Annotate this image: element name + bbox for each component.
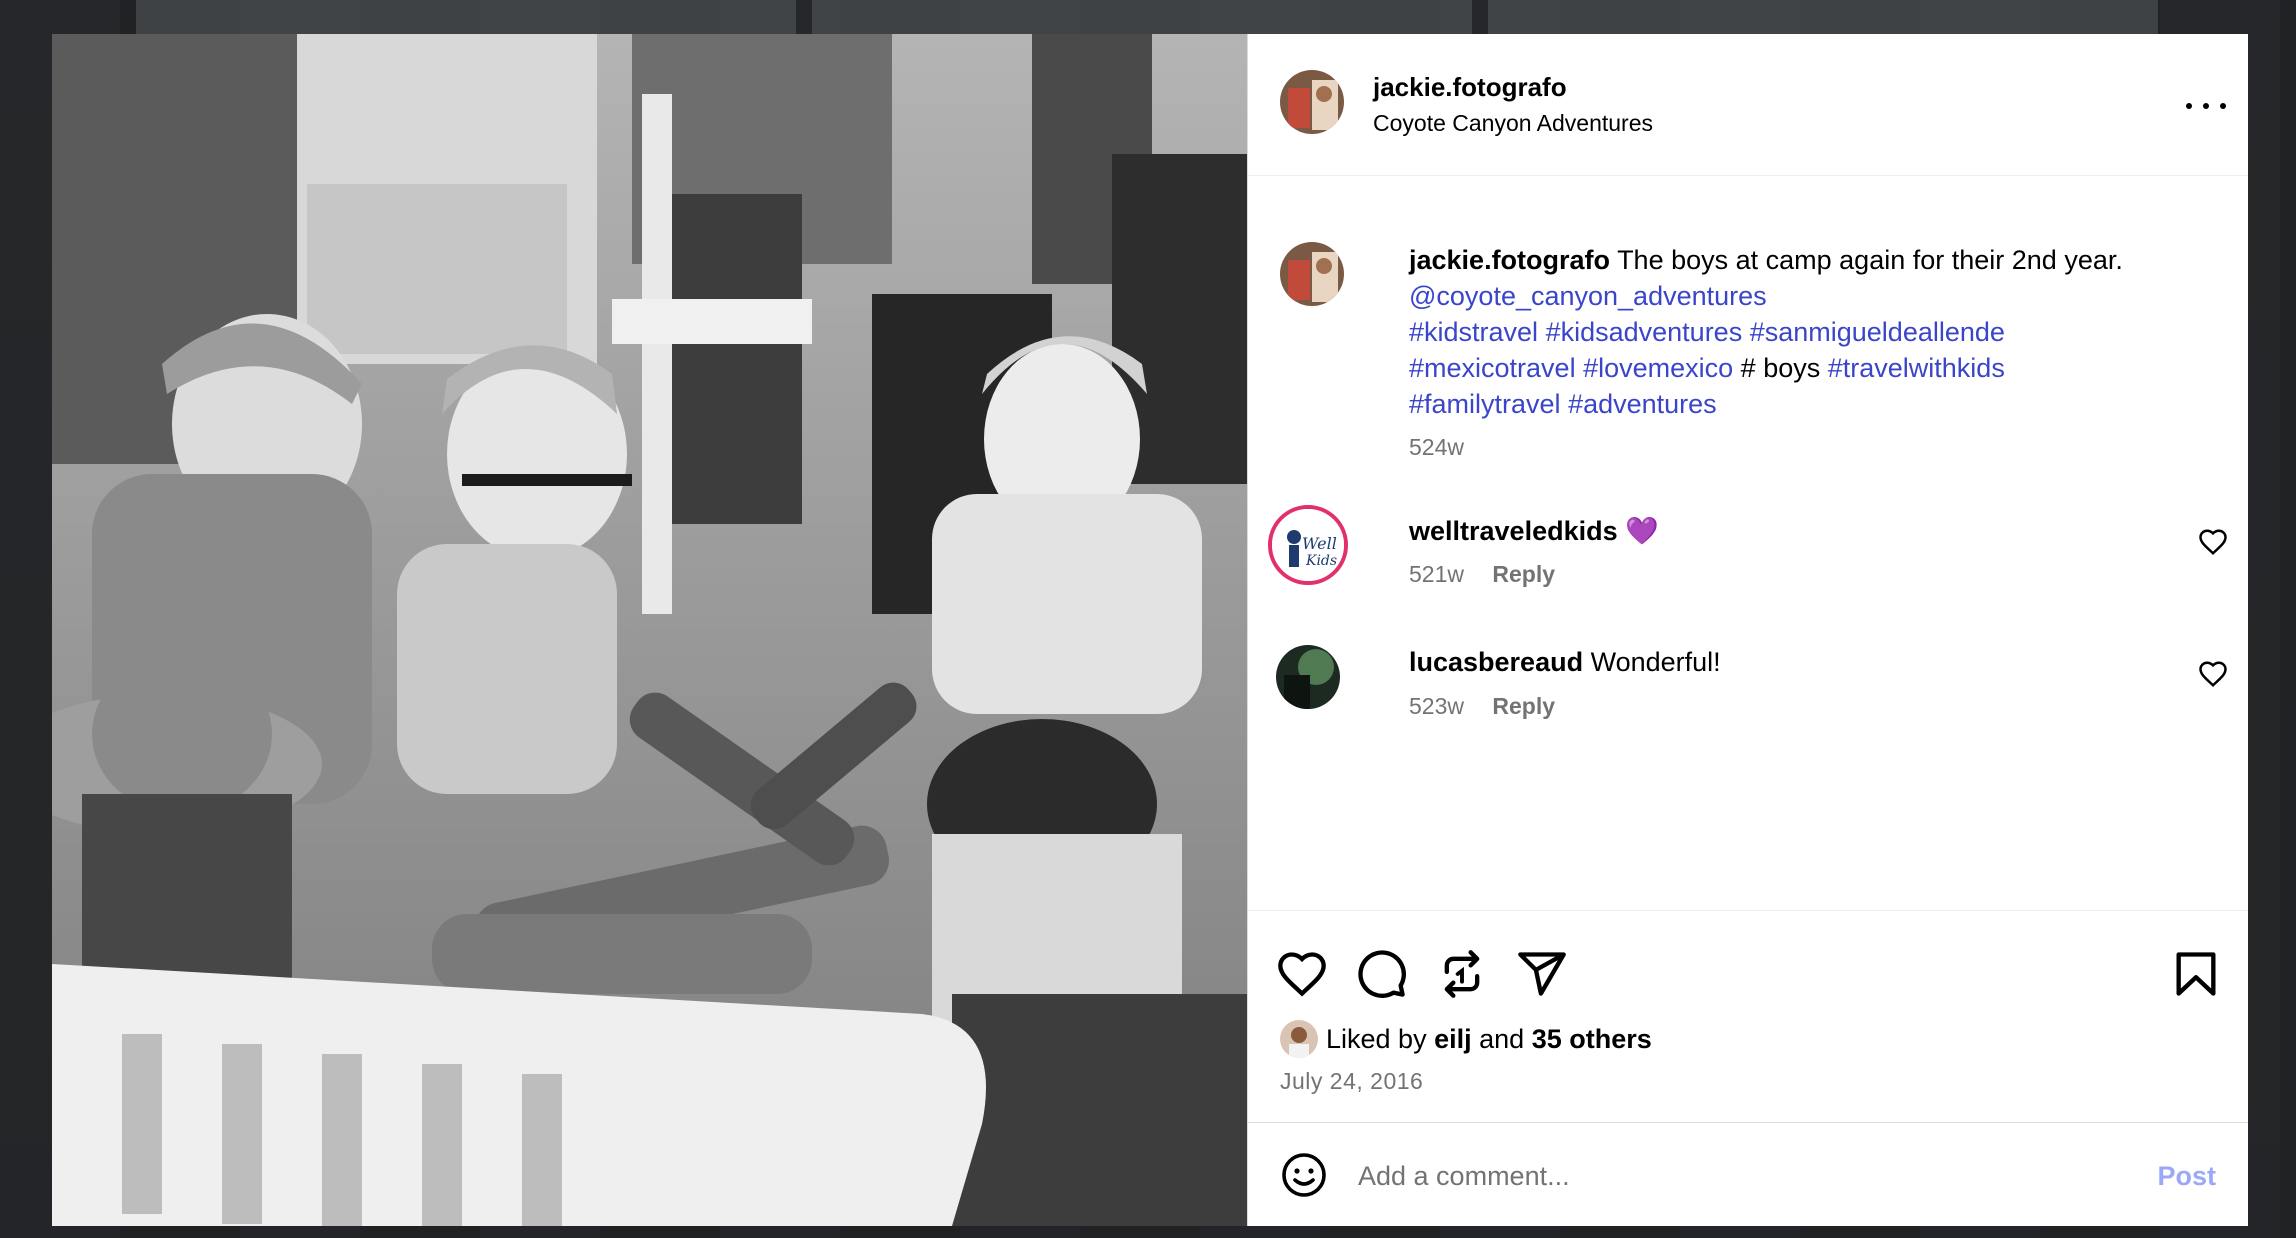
caption-text: jackie.fotografo The boys at camp again … [1409, 242, 2209, 422]
hashtag[interactable]: #familytravel [1409, 389, 1561, 419]
comment-body: Wonderful! [1590, 647, 1721, 677]
comment-composer: Post [1248, 1122, 2248, 1226]
more-options-icon[interactable] [2186, 94, 2226, 118]
comment-item: lucasbereaud Wonderful! 523w Reply [1268, 637, 2228, 727]
author-avatar[interactable] [1280, 70, 1344, 134]
post-header: jackie.fotografo Coyote Canyon Adventure… [1248, 34, 2248, 176]
hashtag[interactable]: #sanmigueldeallende [1750, 317, 2005, 347]
liker-username[interactable]: eilj [1434, 1024, 1472, 1055]
more-dot [2186, 103, 2192, 109]
heart-icon[interactable] [1276, 948, 1328, 1000]
comment-item: Well Kids welltraveledkids 💜 521w Reply [1268, 505, 2228, 595]
commenter-avatar[interactable]: Well Kids [1268, 505, 1348, 585]
post-modal: jackie.fotografo Coyote Canyon Adventure… [52, 34, 2248, 1226]
caption-mention[interactable]: @coyote_canyon_adventures [1409, 281, 1767, 311]
caption-author-avatar[interactable] [1280, 242, 1344, 306]
caption-age[interactable]: 524w [1409, 434, 1464, 461]
post-side-panel: jackie.fotografo Coyote Canyon Adventure… [1247, 34, 2248, 1226]
post-location[interactable]: Coyote Canyon Adventures [1373, 110, 1653, 137]
hashtag[interactable]: #kidstravel [1409, 317, 1538, 347]
hashtag[interactable]: #lovemexico [1583, 353, 1733, 383]
comment-username[interactable]: welltraveledkids [1409, 516, 1618, 546]
reply-button[interactable]: Reply [1492, 561, 1555, 587]
hashtag[interactable]: #travelwithkids [1828, 353, 2005, 383]
comment-age[interactable]: 521w [1409, 561, 1464, 587]
hashtag[interactable]: #mexicotravel [1409, 353, 1576, 383]
more-dot [2203, 103, 2209, 109]
comment-icon[interactable] [1356, 948, 1408, 1000]
comment-meta: 523w Reply [1409, 693, 1555, 720]
actions-divider [1248, 910, 2248, 911]
comment-username[interactable]: lucasbereaud [1409, 647, 1583, 677]
comment-body: 💜 [1625, 516, 1659, 546]
post-photo[interactable] [52, 34, 1247, 1226]
caption-plain-word: # boys [1740, 353, 1821, 383]
comment-age[interactable]: 523w [1409, 693, 1464, 719]
caption-username[interactable]: jackie.fotografo [1409, 245, 1610, 275]
commenter-avatar[interactable] [1276, 645, 1340, 709]
comment-meta: 521w Reply [1409, 561, 1555, 588]
caption-body: The boys at camp again for their 2nd yea… [1617, 245, 2123, 275]
liker-avatar[interactable] [1280, 1020, 1318, 1058]
comment-input[interactable] [1356, 1151, 2100, 1201]
svg-text:Kids: Kids [1305, 553, 1337, 569]
hashtag[interactable]: #kidsadventures [1546, 317, 1743, 347]
post-date[interactable]: July 24, 2016 [1280, 1068, 1423, 1095]
likes-prefix: Liked by [1326, 1023, 1427, 1054]
photo-illustration [52, 34, 1247, 1226]
likes-joiner: and [1479, 1023, 1525, 1054]
emoji-icon[interactable] [1280, 1151, 1328, 1199]
author-username[interactable]: jackie.fotografo [1373, 72, 1567, 103]
bookmark-icon[interactable] [2170, 948, 2222, 1000]
comment-text: welltraveledkids 💜 [1409, 515, 1659, 547]
share-icon[interactable] [1516, 948, 1568, 1000]
reply-button[interactable]: Reply [1492, 693, 1555, 719]
backdrop-tile [1488, 0, 2158, 34]
repost-icon[interactable] [1436, 948, 1488, 1000]
likes-others-link[interactable]: 35 others [1532, 1024, 1652, 1055]
likes-summary: Liked by eilj and 35 others [1280, 1020, 1652, 1058]
heart-icon[interactable] [2198, 527, 2228, 557]
comment-text: lucasbereaud Wonderful! [1409, 647, 1721, 678]
post-comment-button[interactable]: Post [2157, 1161, 2216, 1192]
more-dot [2220, 103, 2226, 109]
backdrop-tile [812, 0, 1472, 34]
backdrop-tile [136, 0, 796, 34]
heart-icon[interactable] [2198, 659, 2228, 689]
svg-text:Well: Well [1302, 534, 1337, 553]
hashtag[interactable]: #adventures [1568, 389, 1717, 419]
